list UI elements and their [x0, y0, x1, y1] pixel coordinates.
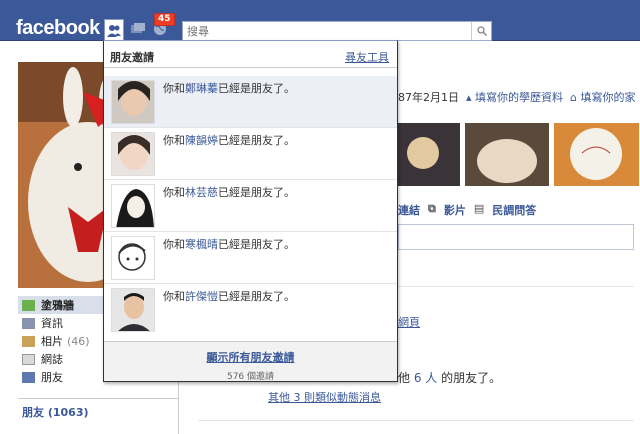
fill-home-link[interactable]: 填寫你的家 — [581, 91, 636, 104]
list-item[interactable]: 你和寒楓晴已經是朋友了。 — [104, 232, 397, 284]
request-text: 你和陳韻婷已經是朋友了。 — [163, 132, 295, 148]
nav-label: 資訊 — [41, 317, 63, 330]
search-icon — [476, 26, 487, 36]
feed-story: 他 6 人 的朋友了。 — [398, 369, 501, 386]
photo-thumb[interactable] — [554, 123, 639, 186]
avatar[interactable] — [111, 288, 155, 332]
search-box — [182, 21, 492, 41]
publisher-bar: 連結 ⧉ 影片 ▤ 民調問答 — [398, 202, 536, 218]
nav-label: 網誌 — [41, 353, 63, 366]
fill-school-link[interactable]: 填寫你的學歷資料 — [475, 91, 563, 104]
photo-thumb[interactable] — [398, 123, 460, 186]
request-suffix: 已經是朋友了。 — [218, 186, 295, 199]
divider — [18, 398, 178, 399]
nav-count: (46) — [67, 334, 90, 348]
list-item[interactable]: 你和許傑愷已經是朋友了。 — [104, 284, 397, 336]
request-suffix: 已經是朋友了。 — [218, 134, 295, 147]
link-option[interactable]: 連結 — [398, 202, 420, 218]
friend-request-list: 你和鄭琳蓁已經是朋友了。 你和陳韻婷已經是朋友了。 你和林芸慈已經是朋友了。 你… — [104, 76, 397, 336]
request-prefix: 你和 — [163, 134, 185, 147]
photo-thumb[interactable] — [465, 123, 549, 186]
list-item[interactable]: 你和林芸慈已經是朋友了。 — [104, 180, 397, 232]
request-text: 你和許傑愷已經是朋友了。 — [163, 288, 295, 304]
nav-label: 相片 — [41, 335, 63, 348]
info-icon — [22, 317, 35, 329]
profile-info-line: 87年2月1日 ▴ 填寫你的學歷資料 ⌂ 填寫你的家 — [398, 89, 636, 105]
avatar[interactable] — [111, 184, 155, 228]
status-input[interactable] — [398, 224, 634, 250]
show-all-requests-link[interactable]: 顯示所有朋友邀請 — [104, 349, 397, 365]
search-input[interactable] — [183, 22, 468, 40]
request-prefix: 你和 — [163, 186, 185, 199]
friends-icon — [107, 24, 121, 37]
friend-name-link[interactable]: 鄭琳蓁 — [185, 82, 218, 95]
messages-icon — [131, 23, 145, 33]
messages-jewel[interactable] — [128, 20, 148, 38]
request-prefix: 你和 — [163, 238, 185, 251]
notification-badge: 45 — [154, 13, 175, 26]
notes-icon — [22, 353, 35, 365]
list-item[interactable]: 你和鄭琳蓁已經是朋友了。 — [104, 76, 397, 128]
request-suffix: 已經是朋友了。 — [218, 238, 295, 251]
birthday-text: 87年2月1日 — [398, 91, 459, 104]
facebook-logo[interactable]: facebook — [16, 17, 100, 40]
story-suffix: 的朋友了。 — [441, 371, 502, 385]
webpage-link[interactable]: 網頁 — [398, 314, 420, 330]
friend-requests-dropdown: 朋友邀請 尋友工具 你和鄭琳蓁已經是朋友了。 你和陳韻婷已經是朋友了。 你和林芸… — [103, 40, 398, 382]
request-text: 你和林芸慈已經是朋友了。 — [163, 184, 295, 200]
top-bar: facebook 45 — [0, 0, 640, 41]
friend-count-link[interactable]: 6 人 — [414, 371, 437, 385]
request-suffix: 已經是朋友了。 — [218, 82, 295, 95]
poll-icon: ▤ — [473, 202, 485, 215]
request-prefix: 你和 — [163, 82, 185, 95]
friend-name-link[interactable]: 林芸慈 — [185, 186, 218, 199]
dropdown-header: 朋友邀請 尋友工具 — [104, 41, 397, 68]
request-text: 你和寒楓晴已經是朋友了。 — [163, 236, 295, 252]
dropdown-title: 朋友邀請 — [110, 51, 154, 64]
list-item[interactable]: 你和陳韻婷已經是朋友了。 — [104, 128, 397, 180]
request-text: 你和鄭琳蓁已經是朋友了。 — [163, 80, 295, 96]
friend-name-link[interactable]: 陳韻婷 — [185, 134, 218, 147]
search-button[interactable] — [471, 22, 491, 40]
photos-icon — [22, 335, 35, 347]
find-friends-link[interactable]: 尋友工具 — [345, 49, 389, 65]
divider — [198, 420, 634, 421]
more-stories-link[interactable]: 其他 3 則類似動態消息 — [268, 389, 381, 405]
video-icon: ⧉ — [428, 202, 436, 215]
request-suffix: 已經是朋友了。 — [218, 290, 295, 303]
friend-name-link[interactable]: 許傑愷 — [185, 290, 218, 303]
friends-heading[interactable]: 朋友 (1063) — [22, 404, 89, 420]
friend-requests-jewel[interactable] — [104, 19, 124, 40]
story-prefix: 他 — [398, 371, 411, 385]
photo-strip — [398, 123, 639, 186]
home-icon: ⌂ — [570, 91, 578, 104]
nav-label: 朋友 — [41, 371, 63, 384]
video-option[interactable]: 影片 — [444, 202, 466, 218]
nav-label: 塗鴉牆 — [41, 299, 74, 312]
poll-option[interactable]: 民調問答 — [492, 202, 536, 218]
divider — [398, 286, 634, 287]
request-count: 576 個邀請 — [226, 372, 275, 382]
wall-icon — [22, 299, 35, 311]
avatar[interactable] — [111, 132, 155, 176]
avatar[interactable] — [111, 80, 155, 124]
avatar[interactable] — [111, 236, 155, 280]
dropdown-footer: 顯示所有朋友邀請 576 個邀請 — [104, 341, 397, 382]
friend-name-link[interactable]: 寒楓晴 — [185, 238, 218, 251]
friends-icon — [22, 371, 35, 383]
request-prefix: 你和 — [163, 290, 185, 303]
school-icon: ▴ — [466, 91, 472, 104]
